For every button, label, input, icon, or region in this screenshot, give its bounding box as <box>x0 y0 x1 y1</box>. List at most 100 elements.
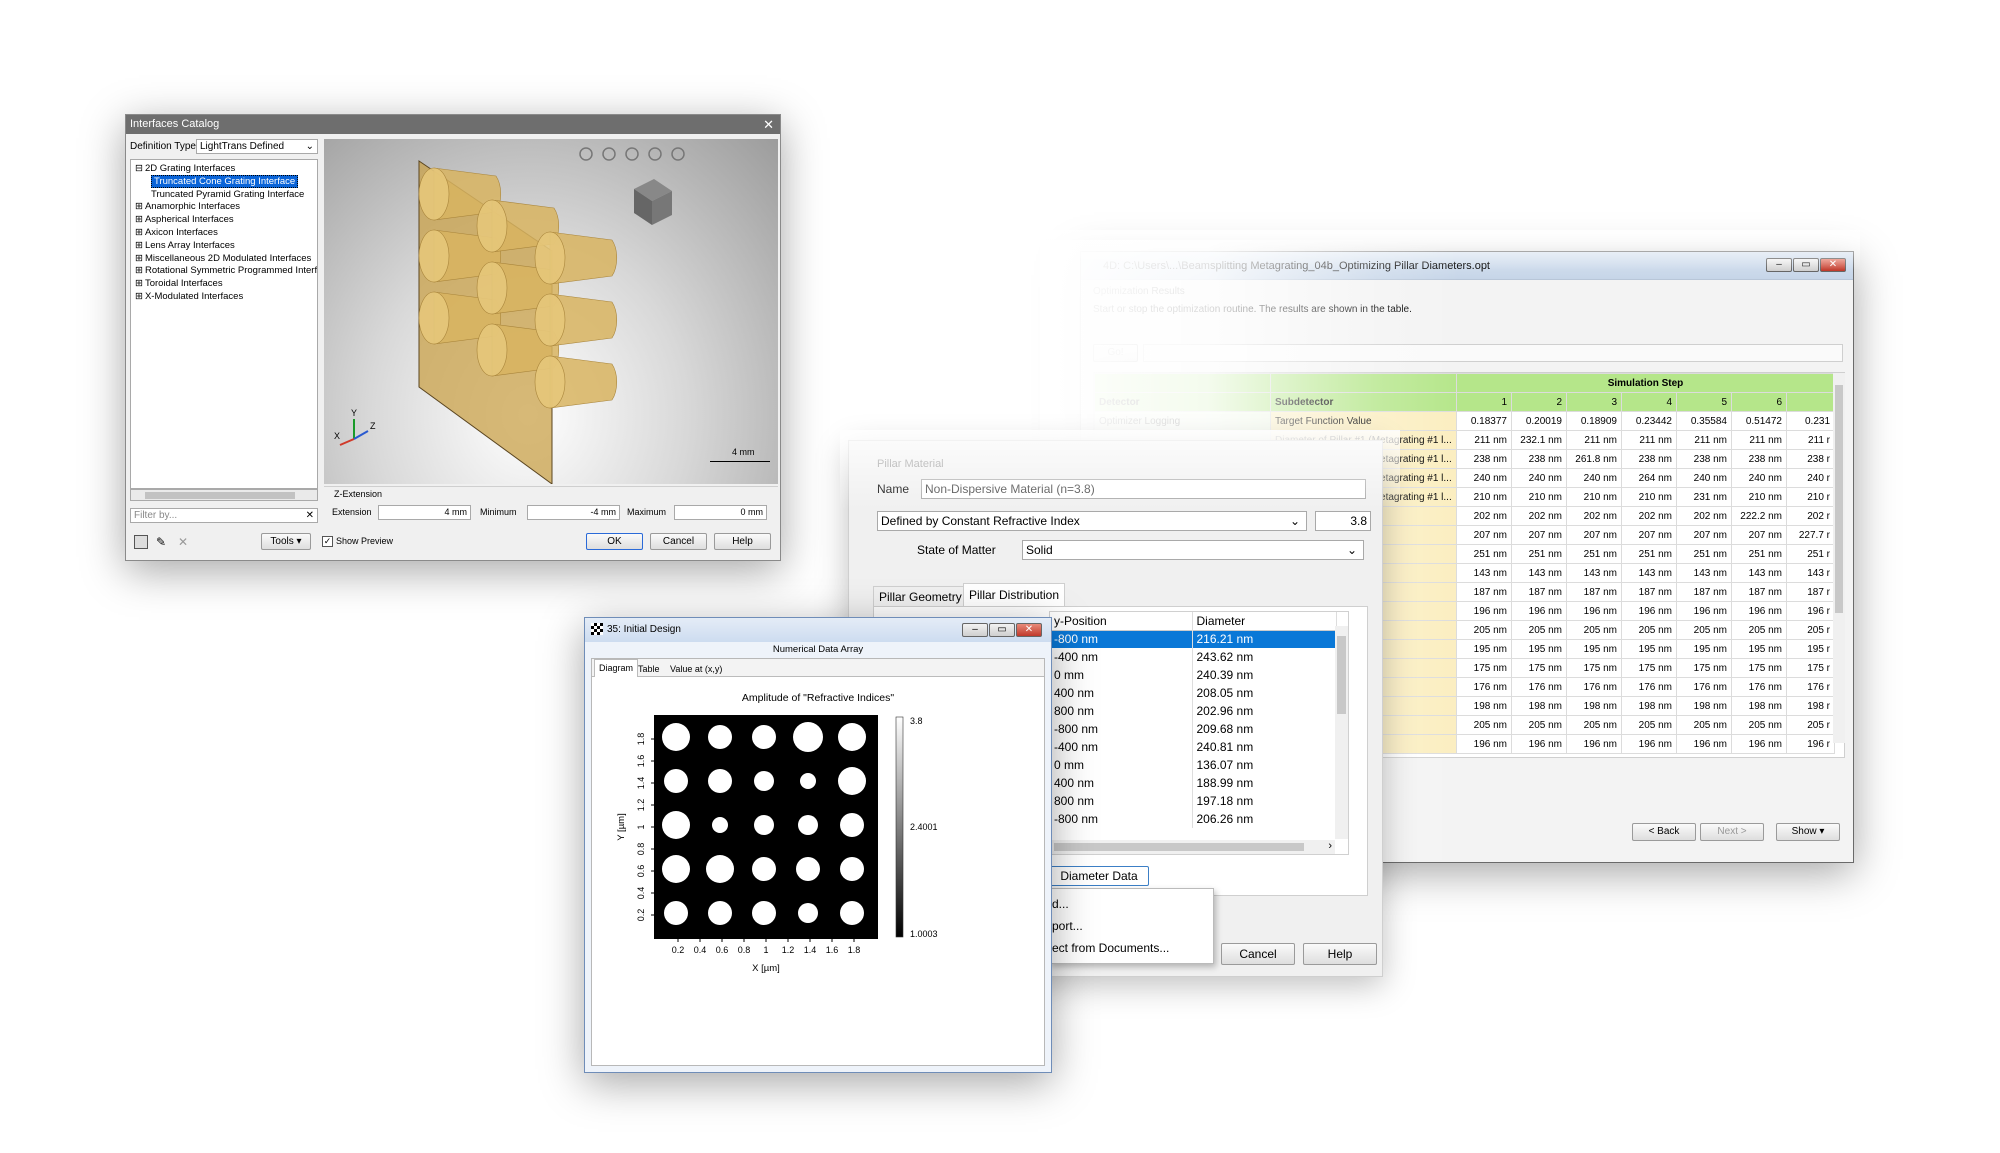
clear-icon[interactable]: ✕ <box>306 509 314 522</box>
close-button[interactable]: ✕ <box>1820 258 1846 272</box>
go-button[interactable]: Go! <box>1093 344 1138 362</box>
name-label: Name <box>877 482 910 496</box>
view-cube-icon[interactable] <box>634 179 672 225</box>
diameter-data-button[interactable]: Diameter Data <box>1049 866 1149 886</box>
list-item[interactable]: -800 nm 206.26 nm <box>1050 810 1337 828</box>
expander-icon[interactable]: ⊞ <box>135 240 143 251</box>
ok-button[interactable]: OK <box>586 533 643 550</box>
menu-item[interactable]: ect from Documents... <box>1050 937 1213 959</box>
list-item[interactable]: -400 nm 240.81 nm <box>1050 738 1337 756</box>
fit-icon[interactable] <box>671 147 685 161</box>
tree-item[interactable]: ⊞ Miscellaneous 2D Modulated Interfaces <box>135 253 313 266</box>
tools-button[interactable]: Tools ▾ <box>261 533 311 550</box>
tab-pillar-geometry[interactable]: Pillar Geometry <box>873 586 968 606</box>
show-button[interactable]: Show ▾ <box>1776 823 1840 841</box>
help-button[interactable]: Help <box>714 533 771 550</box>
list-item[interactable]: 800 nm 202.96 nm <box>1050 702 1337 720</box>
back-button[interactable]: < Back <box>1632 823 1696 841</box>
definition-type-select[interactable]: LightTrans Defined ⌄ <box>196 139 318 154</box>
value-cell: 195 nm <box>1731 639 1787 659</box>
tree-item[interactable]: ⊞ Lens Array Interfaces <box>135 240 313 253</box>
expander-icon[interactable]: ⊞ <box>135 265 143 276</box>
minimum-field[interactable]: -4 mm <box>527 505 620 520</box>
tab-table[interactable]: Table <box>634 661 664 677</box>
close-icon[interactable]: ✕ <box>763 115 774 134</box>
tree-item[interactable]: ⊞ Toroidal Interfaces <box>135 278 313 291</box>
value-cell: 187 nm <box>1456 582 1512 602</box>
pillar-dot <box>796 857 820 881</box>
value-cell: 143 nm <box>1676 563 1732 583</box>
tab-pillar-distribution[interactable]: Pillar Distribution <box>963 583 1066 606</box>
show-preview-checkbox[interactable]: ✓ <box>322 536 333 547</box>
expander-icon[interactable]: ⊞ <box>135 201 143 212</box>
y-position-cell: 800 nm <box>1050 792 1193 810</box>
minimize-button[interactable]: – <box>1766 258 1792 272</box>
tree-item[interactable]: ⊟ 2D Grating Interfaces <box>135 163 313 176</box>
tree-item[interactable]: Truncated Cone Grating Interface <box>135 174 313 189</box>
value-cell: 210 r <box>1785 487 1836 507</box>
expander-icon[interactable]: ⊞ <box>135 214 143 225</box>
results-vscrollbar[interactable] <box>1833 373 1845 743</box>
menu-item[interactable]: d... <box>1050 893 1213 915</box>
expander-icon[interactable]: ⊞ <box>135 278 143 289</box>
next-button[interactable]: Next > <box>1700 823 1764 841</box>
pillar-dot <box>798 903 818 923</box>
diameter-list-hscrollbar[interactable]: › <box>1050 840 1335 854</box>
pillar-cancel-button[interactable]: Cancel <box>1221 943 1295 965</box>
minimize-button[interactable]: – <box>962 623 988 637</box>
zoom-icon[interactable] <box>602 147 616 161</box>
expander-icon[interactable]: ⊟ <box>135 163 143 174</box>
definition-select[interactable]: Defined by Constant Refractive Index ⌄ <box>877 511 1307 531</box>
pan-icon[interactable] <box>625 147 639 161</box>
diameter-cell: 240.81 nm <box>1192 738 1337 756</box>
rotate-icon[interactable] <box>648 147 662 161</box>
extension-field[interactable]: 4 mm <box>378 505 471 520</box>
close-button[interactable]: ✕ <box>1016 623 1042 637</box>
viewer-3d[interactable]: X Y Z 4 mm <box>324 139 778 484</box>
maximize-button[interactable]: ▭ <box>1793 258 1819 272</box>
tree-item[interactable]: ⊞ Anamorphic Interfaces <box>135 201 313 214</box>
tree-scrollbar[interactable] <box>130 489 318 501</box>
chevron-right-icon[interactable]: › <box>1328 840 1332 852</box>
edit-icon[interactable]: ✎ <box>156 535 170 549</box>
diameter-list-vscrollbar[interactable] <box>1335 626 1348 839</box>
tree-item[interactable]: ⊞ X-Modulated Interfaces <box>135 291 313 304</box>
list-item[interactable]: 0 mm 240.39 nm <box>1050 666 1337 684</box>
list-item[interactable]: -800 nm 209.68 nm <box>1050 720 1337 738</box>
table-row[interactable]: Optimizer Logging Target Function Value 0.… <box>1094 411 1836 431</box>
list-item[interactable]: 0 mm 136.07 nm <box>1050 756 1337 774</box>
list-item[interactable]: 400 nm 188.99 nm <box>1050 774 1337 792</box>
maximize-button[interactable]: ▭ <box>989 623 1015 637</box>
menu-item[interactable]: port... <box>1050 915 1213 937</box>
list-item[interactable]: 800 nm 197.18 nm <box>1050 792 1337 810</box>
diameter-header: Diameter <box>1192 612 1337 630</box>
material-name-field[interactable]: Non-Dispersive Material (n=3.8) <box>921 479 1366 499</box>
value-cell: 251 nm <box>1456 544 1512 564</box>
expander-icon[interactable]: ⊞ <box>135 291 143 302</box>
tab-value-at[interactable]: Value at (x,y) <box>666 661 726 677</box>
value-cell: 210 nm <box>1731 487 1787 507</box>
expander-icon[interactable]: ⊞ <box>135 227 143 238</box>
expander-icon[interactable]: ⊞ <box>135 253 143 264</box>
tree-item[interactable]: ⊞ Rotational Symmetric Programmed Interfa… <box>135 265 317 278</box>
add-icon[interactable] <box>134 535 148 549</box>
zoom-region-icon[interactable] <box>579 147 593 161</box>
y-position-header: y-Position <box>1050 612 1193 630</box>
diameter-cell: 240.39 nm <box>1192 666 1337 684</box>
state-of-matter-select[interactable]: Solid ⌄ <box>1022 540 1364 560</box>
list-item[interactable]: -400 nm 243.62 nm <box>1050 648 1337 666</box>
list-item[interactable]: -800 nm 216.21 nm <box>1050 630 1337 648</box>
tree-item[interactable]: Truncated Pyramid Grating Interface <box>135 189 313 202</box>
filter-input[interactable]: Filter by... ✕ <box>130 508 318 523</box>
cancel-button[interactable]: Cancel <box>650 533 707 550</box>
delete-icon[interactable]: ✕ <box>178 535 192 549</box>
tree-item[interactable]: ⊞ Aspherical Interfaces <box>135 214 313 227</box>
list-item[interactable]: 400 nm 208.05 nm <box>1050 684 1337 702</box>
tab-diagram[interactable]: Diagram <box>594 659 639 677</box>
pillar-help-button[interactable]: Help <box>1303 943 1377 965</box>
step-header: 3 <box>1566 392 1622 412</box>
tree-item[interactable]: ⊞ Axicon Interfaces <box>135 227 313 240</box>
value-cell: 205 nm <box>1511 620 1567 640</box>
refractive-index-field[interactable]: 3.8 <box>1315 511 1371 531</box>
maximum-field[interactable]: 0 mm <box>674 505 767 520</box>
